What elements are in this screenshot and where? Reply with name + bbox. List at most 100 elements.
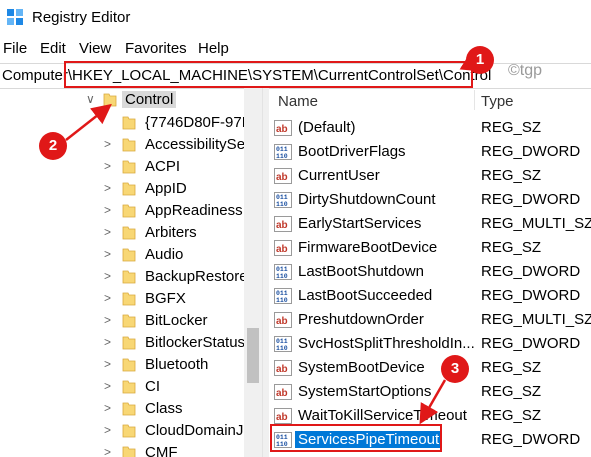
tree-item[interactable]: > Audio (0, 244, 262, 266)
window-title: Registry Editor (32, 9, 131, 26)
value-row[interactable]: 011 110 LastBootShutdown REG_DWORD (268, 260, 591, 284)
value-row[interactable]: 011 110 SvcHostSplitThresholdIn... REG_DWOR… (268, 332, 591, 356)
value-type: REG_SZ (481, 359, 542, 376)
svg-text:011: 011 (276, 290, 288, 297)
tree-item[interactable]: > BGFX (0, 288, 262, 310)
chevron-right-icon[interactable]: > (104, 203, 111, 217)
chevron-right-icon[interactable]: > (104, 423, 111, 437)
value-name: DirtyShutdownCount (298, 191, 436, 208)
chevron-down-icon[interactable]: ∨ (86, 92, 95, 106)
binary-value-icon: 011 110 (274, 264, 292, 280)
address-highlight-box (64, 61, 473, 88)
value-row[interactable]: ab CurrentUser REG_SZ (268, 164, 591, 188)
scrollbar-thumb[interactable] (247, 328, 259, 383)
tree-item-label: BGFX (145, 290, 186, 307)
menu-favorites[interactable]: Favorites (125, 40, 187, 57)
column-separator[interactable] (474, 90, 475, 110)
value-type: REG_DWORD (481, 191, 581, 208)
tree-item[interactable]: > AppID (0, 178, 262, 200)
svg-text:ab: ab (276, 172, 288, 183)
value-type: REG_SZ (481, 407, 542, 424)
chevron-right-icon[interactable]: > (104, 159, 111, 173)
value-row[interactable]: ab SystemStartOptions REG_SZ (268, 380, 591, 404)
folder-icon (122, 313, 136, 328)
tree-item-label: CloudDomainJ (145, 422, 244, 439)
tree-item[interactable]: > Class (0, 398, 262, 420)
string-value-icon: ab (274, 312, 292, 328)
binary-value-icon: 011 110 (274, 288, 292, 304)
folder-icon (122, 247, 136, 262)
string-value-icon: ab (274, 240, 292, 256)
value-type: REG_DWORD (481, 287, 581, 304)
menu-file[interactable]: File (3, 40, 27, 57)
value-type: REG_SZ (481, 167, 542, 184)
tree-item[interactable]: > BackupRestore (0, 266, 262, 288)
column-header-name[interactable]: Name (278, 93, 318, 110)
chevron-right-icon[interactable]: > (104, 269, 111, 283)
tree-item[interactable]: > Arbiters (0, 222, 262, 244)
value-row[interactable]: ab EarlyStartServices REG_MULTI_SZ (268, 212, 591, 236)
folder-icon (103, 92, 117, 107)
chevron-right-icon[interactable]: > (104, 445, 111, 457)
tree-item[interactable]: > BitlockerStatus (0, 332, 262, 354)
callout-badge-2: 2 (39, 132, 67, 160)
chevron-right-icon[interactable]: > (104, 291, 111, 305)
folder-icon (122, 203, 136, 218)
svg-text:011: 011 (276, 146, 288, 153)
svg-text:110: 110 (276, 153, 288, 160)
tree-item-control[interactable]: ∨ Control (0, 89, 262, 111)
tree-item[interactable]: > Bluetooth (0, 354, 262, 376)
value-row[interactable]: ab FirmwareBootDevice REG_SZ (268, 236, 591, 260)
tree-item-label: CI (145, 378, 160, 395)
chevron-right-icon[interactable]: > (104, 313, 111, 327)
chevron-right-icon[interactable]: > (104, 357, 111, 371)
tree-item[interactable]: > CloudDomainJ (0, 420, 262, 442)
values-pane: Name Type ab (Default) REG_SZ 011 110 BootDri… (268, 88, 591, 457)
tree-item-label: BitlockerStatus (145, 334, 246, 351)
chevron-right-icon[interactable]: > (104, 137, 111, 151)
folder-icon (122, 445, 136, 457)
chevron-right-icon[interactable]: > (104, 335, 111, 349)
tree-item[interactable]: > BitLocker (0, 310, 262, 332)
chevron-right-icon[interactable]: > (104, 247, 111, 261)
menu-view[interactable]: View (79, 40, 111, 57)
tree-item-label: Arbiters (145, 224, 197, 241)
tree-scrollbar[interactable] (244, 88, 262, 457)
column-header-type[interactable]: Type (481, 93, 514, 110)
tree-item-label: Bluetooth (145, 356, 209, 373)
menu-help[interactable]: Help (198, 40, 229, 57)
chevron-right-icon[interactable]: > (104, 379, 111, 393)
string-value-icon: ab (274, 384, 292, 400)
value-row[interactable]: ab SystemBootDevice REG_SZ (268, 356, 591, 380)
tree-item[interactable]: > CI (0, 376, 262, 398)
title-bar: Registry Editor (0, 0, 591, 36)
svg-text:ab: ab (276, 412, 288, 423)
value-row[interactable]: 011 110 BootDriverFlags REG_DWORD (268, 140, 591, 164)
tree-item-label: Control (122, 91, 177, 108)
tree-item-label: Class (145, 400, 183, 417)
tree-item[interactable]: > CMF (0, 442, 262, 457)
callout-badge-1: 1 (466, 46, 494, 74)
chevron-right-icon[interactable]: > (104, 181, 111, 195)
tree-item[interactable]: > AppReadiness (0, 200, 262, 222)
chevron-right-icon[interactable]: > (104, 401, 111, 415)
tree-item-label: {7746D80F-97E (145, 114, 252, 131)
value-row[interactable]: ab PreshutdownOrder REG_MULTI_SZ (268, 308, 591, 332)
value-name: BootDriverFlags (298, 143, 406, 160)
menu-edit[interactable]: Edit (40, 40, 66, 57)
value-row[interactable]: 011 110 LastBootSucceeded REG_DWORD (268, 284, 591, 308)
tree-item[interactable]: {7746D80F-97E (0, 112, 262, 134)
value-row[interactable]: 011 110 DirtyShutdownCount REG_DWORD (268, 188, 591, 212)
value-name: CurrentUser (298, 167, 380, 184)
folder-icon (122, 269, 136, 284)
tree-item[interactable]: > ACPI (0, 156, 262, 178)
svg-text:ab: ab (276, 388, 288, 399)
value-row[interactable]: ab (Default) REG_SZ (268, 116, 591, 140)
value-name: PreshutdownOrder (298, 311, 424, 328)
selected-value-highlight-box (270, 424, 442, 452)
tree-item-label: ACPI (145, 158, 181, 175)
value-type: REG_SZ (481, 239, 542, 256)
svg-text:ab: ab (276, 220, 288, 231)
chevron-right-icon[interactable]: > (104, 225, 111, 239)
folder-icon (122, 137, 136, 152)
